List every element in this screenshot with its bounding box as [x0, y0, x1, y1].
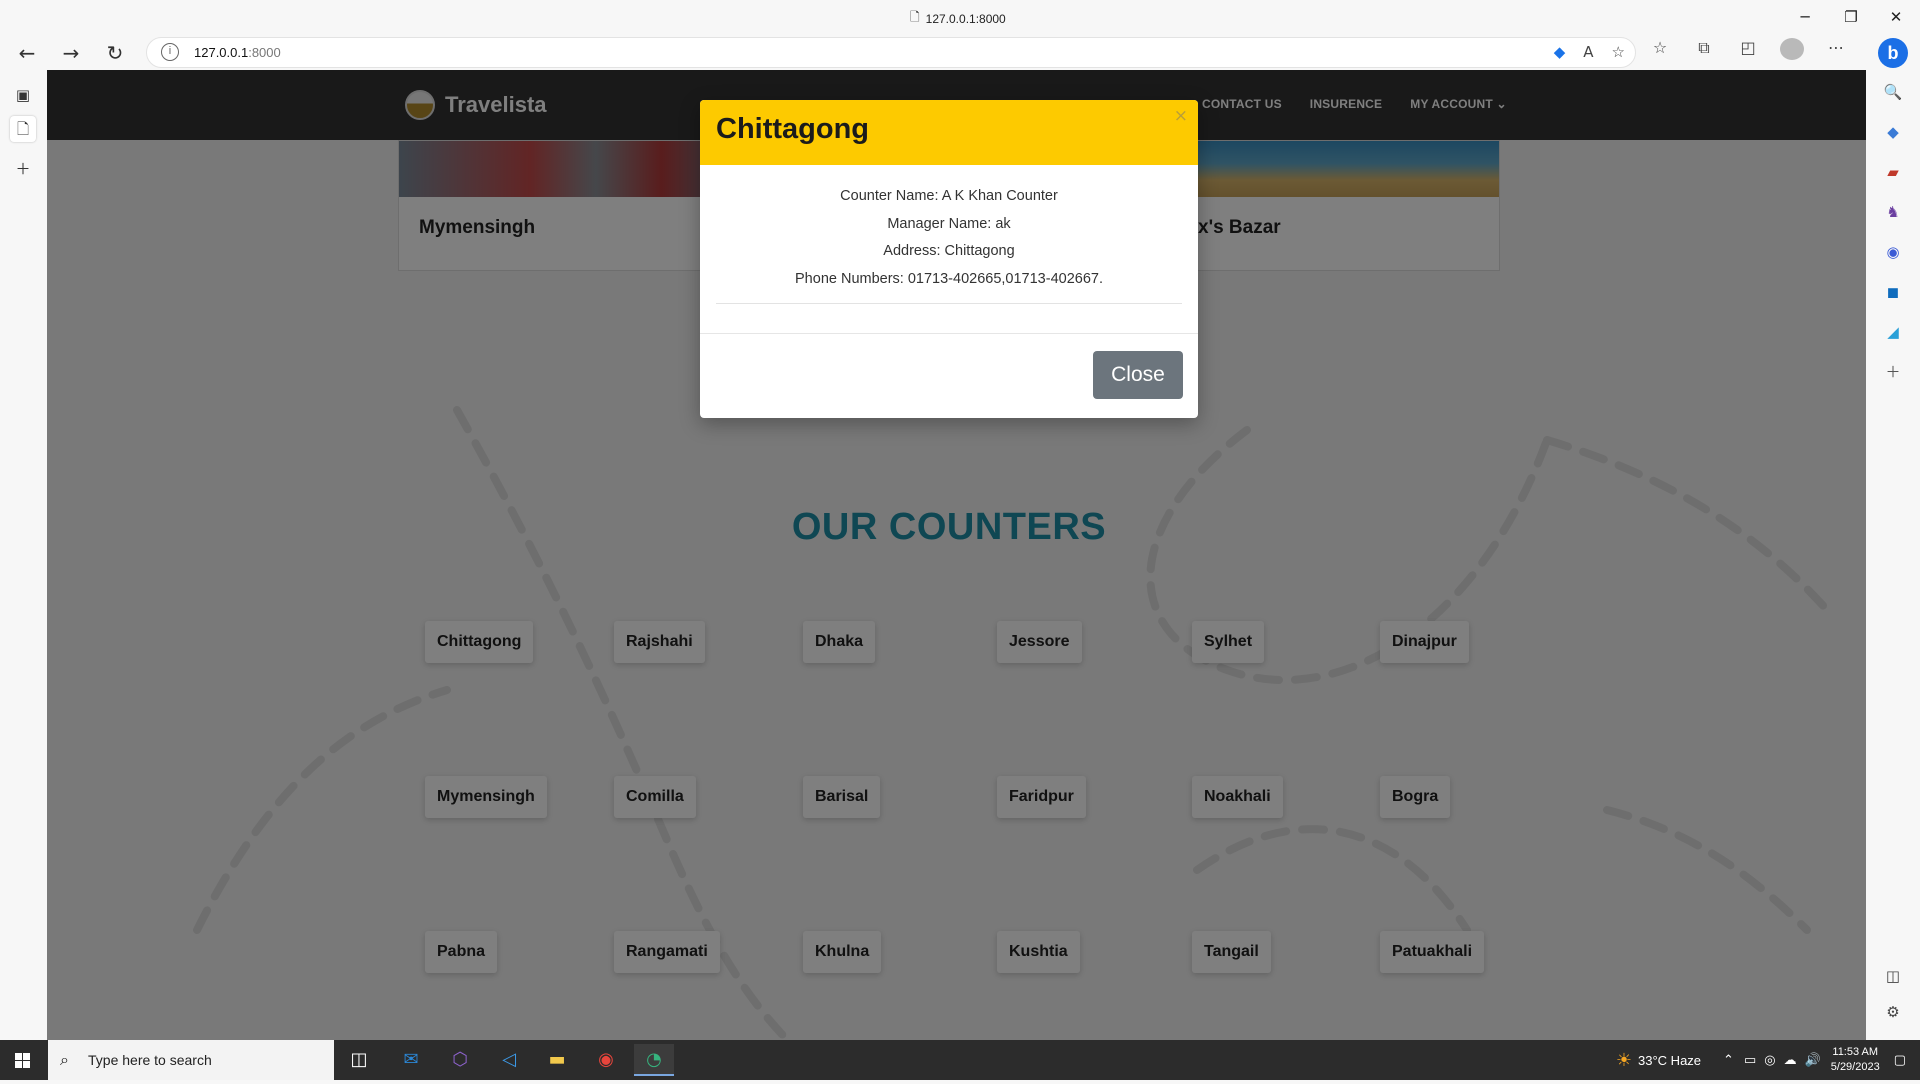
profile-avatar[interactable] — [1780, 38, 1804, 64]
page-icon: 🗋 — [910, 10, 920, 24]
system-tray: ☀ 33°C Haze ⌃ ▭ ◎ ☁ 🔊 11:53 AM 5/29/2023… — [1616, 1040, 1920, 1080]
notifications-icon[interactable]: ▢ — [1894, 1052, 1906, 1068]
shopping-icon[interactable]: ◆ — [1881, 120, 1905, 144]
edge-bar-icon[interactable]: ◰ — [1736, 38, 1760, 64]
manager-name-text: Manager Name: ak — [887, 215, 1011, 232]
onedrive-icon[interactable]: ☁ — [1784, 1052, 1797, 1068]
url-text[interactable]: 127.0.0.1:8000 — [194, 45, 281, 60]
windows-taskbar: ⌕ Type here to search ◫ ✉ ⬡ ◁ ▬ ◉ ◔ ☀ 33… — [0, 1040, 1920, 1080]
counter-name-text: Counter Name: A K Khan Counter — [840, 188, 1058, 204]
volume-icon[interactable]: 🔊 — [1805, 1052, 1821, 1068]
favorites-icon[interactable]: ☆ — [1648, 38, 1672, 64]
favorite-add-icon[interactable]: ☆ — [1612, 43, 1625, 61]
modal-body: Counter Name: A K Khan Counter Manager N… — [700, 165, 1198, 334]
read-aloud-icon[interactable]: A — [1583, 43, 1593, 61]
forward-button[interactable]: → — [57, 39, 85, 67]
page-viewport: Travelista CONTACT US INSURENCE MY ACCOU… — [47, 70, 1866, 1040]
tab-title[interactable]: 🗋 127.0.0.1:8000 — [910, 8, 1006, 29]
drop-icon[interactable]: ◢ — [1881, 320, 1905, 344]
modal-header: Chittagong × — [700, 100, 1198, 165]
games-icon[interactable]: ♞ — [1881, 200, 1905, 224]
modal-title: Chittagong — [716, 113, 870, 145]
restore-button[interactable]: ❐ — [1836, 5, 1866, 29]
modal-backdrop[interactable]: Chittagong × Counter Name: A K Khan Coun… — [47, 70, 1866, 1040]
chevron-up-icon[interactable]: ⌃ — [1723, 1052, 1734, 1068]
active-tab-icon[interactable]: 🗋 — [10, 116, 36, 142]
meet-icon[interactable]: ◎ — [1764, 1052, 1775, 1068]
weather-icon[interactable]: ☀ — [1616, 1050, 1632, 1071]
weather-text[interactable]: 33°C Haze — [1638, 1053, 1701, 1068]
task-view-icon[interactable]: ◫ — [339, 1044, 379, 1076]
search-icon[interactable]: 🔍 — [1881, 80, 1905, 104]
bing-chat-icon[interactable]: b — [1878, 38, 1908, 68]
windows-logo-icon — [15, 1053, 30, 1068]
taskbar-search[interactable]: ⌕ Type here to search — [48, 1040, 334, 1080]
settings-gear-icon[interactable]: ⚙ — [1881, 1000, 1905, 1024]
search-icon: ⌕ — [60, 1050, 69, 1069]
shopping-tag-icon[interactable]: ◆ — [1554, 43, 1566, 61]
office-icon[interactable]: ◉ — [1881, 240, 1905, 264]
sidebar-toggle-icon[interactable]: ◫ — [1881, 964, 1905, 988]
info-icon[interactable]: i — [161, 43, 179, 61]
start-button[interactable] — [0, 1040, 47, 1080]
close-button[interactable]: Close — [1093, 351, 1183, 399]
address-bar-row: ← → ↻ i 127.0.0.1:8000 ◆ A ☆ — [0, 34, 1920, 70]
outlook-icon[interactable]: ◼ — [1881, 280, 1905, 304]
vscode-icon[interactable]: ◁ — [489, 1044, 529, 1076]
address-text: Address: Chittagong — [883, 243, 1015, 259]
add-sidebar-app-icon[interactable]: ＋ — [1881, 360, 1905, 384]
counter-modal: Chittagong × Counter Name: A K Khan Coun… — [700, 100, 1198, 418]
mail-icon[interactable]: ✉ — [391, 1044, 431, 1076]
address-bar[interactable]: i 127.0.0.1:8000 ◆ A ☆ — [146, 37, 1636, 68]
app-hexagon-icon[interactable]: ⬡ — [440, 1044, 480, 1076]
edge-icon[interactable]: ◔ — [634, 1044, 674, 1076]
new-tab-icon[interactable]: ＋ — [10, 156, 36, 182]
modal-close-icon[interactable]: × — [1174, 106, 1188, 126]
more-options-icon[interactable]: ⋯ — [1824, 38, 1848, 64]
modal-footer: Close — [700, 334, 1198, 418]
phone-numbers-text: Phone Numbers: 01713-402665,01713-402667… — [795, 270, 1103, 287]
edge-sidebar: b 🔍 ◆ ▰ ♞ ◉ ◼ ◢ ＋ ◫ ⚙ — [1866, 34, 1920, 1040]
collections-icon[interactable]: ⧉ — [1692, 38, 1716, 64]
minimize-button[interactable]: ─ — [1790, 5, 1820, 29]
network-icon[interactable]: ▭ — [1744, 1052, 1756, 1068]
back-button[interactable]: ← — [13, 39, 41, 67]
clock[interactable]: 11:53 AM 5/29/2023 — [1831, 1045, 1880, 1075]
browser-titlebar: 🗋 127.0.0.1:8000 ─ ❐ ✕ — [0, 0, 1920, 34]
tab-actions-icon[interactable]: ▣ — [10, 82, 36, 108]
close-window-button[interactable]: ✕ — [1881, 5, 1911, 29]
refresh-button[interactable]: ↻ — [101, 39, 129, 67]
tools-icon[interactable]: ▰ — [1881, 160, 1905, 184]
modal-divider — [716, 303, 1182, 304]
file-explorer-icon[interactable]: ▬ — [537, 1044, 577, 1076]
chrome-icon[interactable]: ◉ — [586, 1044, 626, 1076]
vertical-tabs-bar: ▣ 🗋 ＋ — [0, 70, 47, 1040]
